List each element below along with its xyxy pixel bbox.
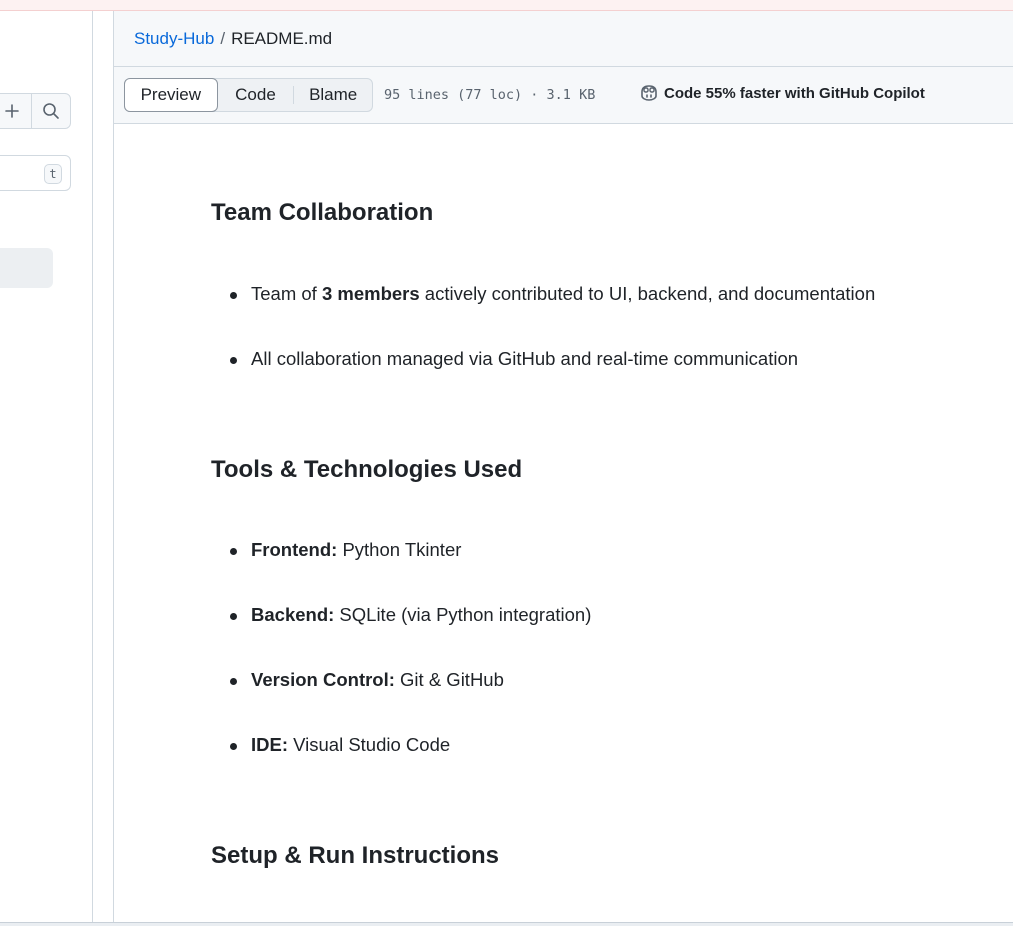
list-item: Backend: SQLite (via Python integration) bbox=[229, 604, 592, 626]
add-file-button[interactable] bbox=[0, 94, 31, 128]
list-item: All collaboration managed via GitHub and… bbox=[229, 348, 799, 369]
heading-setup: Setup & Run Instructions bbox=[211, 842, 499, 869]
list-item-value: Git & GitHub bbox=[394, 669, 504, 690]
go-to-file-input[interactable]: t bbox=[0, 155, 71, 191]
list-item-label: IDE: bbox=[251, 734, 288, 755]
list-item-label: Backend: bbox=[251, 604, 335, 625]
file-tree-actions bbox=[0, 93, 71, 129]
view-mode-switch: Preview Code Blame bbox=[124, 78, 373, 112]
list-item: Frontend: Python Tkinter bbox=[229, 539, 462, 561]
breadcrumb: Study-Hub / README.md bbox=[134, 29, 332, 49]
tab-preview[interactable]: Preview bbox=[124, 78, 218, 112]
breadcrumb-file: README.md bbox=[231, 29, 333, 48]
list-item-value: Python Tkinter bbox=[337, 539, 462, 560]
copilot-icon bbox=[641, 85, 657, 101]
list-item-value: Visual Studio Code bbox=[288, 734, 451, 755]
file-header: Study-Hub / README.md bbox=[114, 11, 1013, 67]
list-item: Version Control: Git & GitHub bbox=[230, 669, 504, 691]
list-item-value: SQLite (via Python integration) bbox=[334, 604, 592, 625]
copilot-link[interactable]: Code 55% faster with GitHub Copilot bbox=[639, 84, 925, 102]
list-item-text: actively contributed to UI, backend, and… bbox=[419, 283, 876, 304]
plus-icon bbox=[5, 104, 19, 118]
tab-code[interactable]: Code bbox=[218, 78, 294, 112]
file-tree-panel: t bbox=[0, 11, 93, 923]
list-item-label: Version Control: bbox=[251, 669, 395, 690]
list-item-label: Frontend: bbox=[251, 539, 338, 560]
copilot-text: Code 55% faster with GitHub Copilot bbox=[664, 84, 925, 102]
list-item: Team of 3 members actively contributed t… bbox=[229, 283, 876, 305]
browser-top-strip bbox=[0, 0, 1013, 11]
file-toolbar: Preview Code Blame 95 lines (77 loc) · 3… bbox=[114, 67, 1013, 124]
tab-blame[interactable]: Blame bbox=[294, 78, 372, 112]
list-item-text: Team of bbox=[251, 283, 322, 304]
list-item-bold: 3 members bbox=[321, 283, 420, 304]
panel-divider[interactable] bbox=[93, 11, 114, 923]
list-item: IDE: Visual Studio Code bbox=[229, 734, 451, 756]
tree-item-selected[interactable] bbox=[0, 248, 53, 288]
heading-tools: Tools & Technologies Used bbox=[211, 456, 523, 483]
file-info: 95 lines (77 loc) · 3.1 KB bbox=[384, 87, 596, 103]
search-button[interactable] bbox=[31, 94, 70, 128]
window-bottom-edge bbox=[0, 922, 1013, 926]
breadcrumb-repo-link[interactable]: Study-Hub bbox=[134, 29, 214, 48]
search-icon bbox=[43, 103, 59, 119]
breadcrumb-separator: / bbox=[220, 29, 226, 48]
shortcut-key: t bbox=[44, 164, 62, 184]
heading-team-collaboration: Team Collaboration bbox=[211, 199, 434, 226]
